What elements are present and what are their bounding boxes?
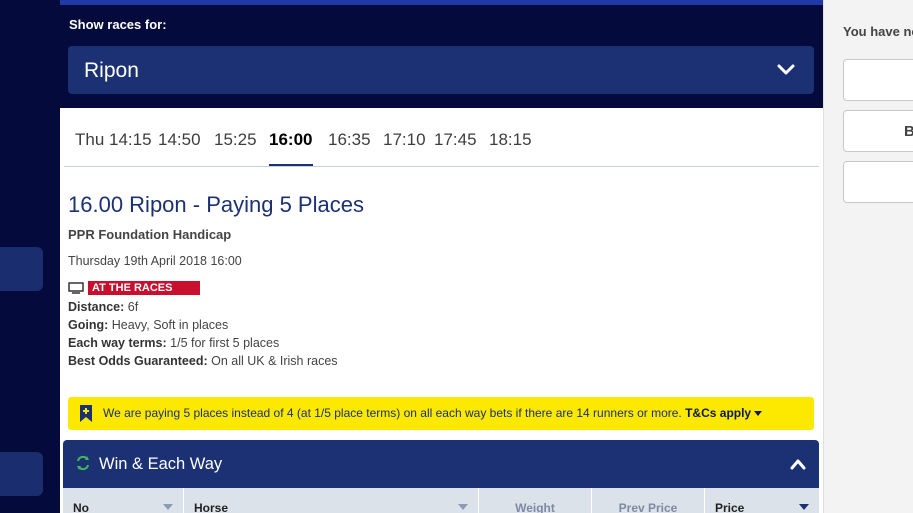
- left-nav-tab[interactable]: [0, 452, 43, 496]
- race-date: Thursday 19th April 2018 16:00: [68, 254, 242, 268]
- best-odds-row: Best Odds Guaranteed: On all UK & Irish …: [68, 354, 338, 368]
- betslip-input[interactable]: [843, 161, 913, 203]
- divider: [64, 166, 819, 167]
- each-way-value: 1/5 for first 5 places: [170, 336, 280, 350]
- betslip-sidebar: You have no B: [823, 0, 913, 513]
- each-way-row: Each way terms: 1/5 for first 5 places: [68, 336, 280, 350]
- betslip-input[interactable]: [843, 59, 913, 101]
- distance-value: 6f: [127, 300, 139, 314]
- race-time-tab[interactable]: Thu 14:15: [75, 130, 152, 150]
- race-time-tab[interactable]: 15:25: [214, 130, 257, 150]
- race-time-tab-active[interactable]: 16:00: [269, 130, 312, 150]
- column-header-prev-price: Prev Price: [592, 488, 705, 513]
- left-nav-strip: [0, 0, 60, 513]
- race-time-tab[interactable]: 16:35: [328, 130, 371, 150]
- sort-icon: [163, 504, 173, 510]
- sort-icon: [458, 504, 468, 510]
- race-title: 16.00 Ripon - Paying 5 Places: [68, 192, 364, 217]
- show-races-label: Show races for:: [69, 17, 167, 32]
- betslip-message: You have no: [843, 24, 913, 39]
- bookmark-plus-icon: [80, 405, 92, 422]
- course-dropdown[interactable]: Ripon: [68, 46, 814, 94]
- course-name: Ripon: [84, 59, 139, 82]
- going-row: Going: Heavy, Soft in places: [68, 318, 229, 332]
- sort-icon: [799, 504, 809, 510]
- chevron-down-icon: [777, 64, 795, 75]
- chevron-up-icon: [790, 459, 806, 470]
- race-time-tab[interactable]: 17:45: [434, 130, 477, 150]
- column-header-price[interactable]: Price: [705, 488, 819, 513]
- betslip-button[interactable]: B: [843, 110, 913, 152]
- column-header-weight: Weight: [479, 488, 592, 513]
- race-selector-header: Show races for: Ripon: [60, 5, 823, 108]
- going-value: Heavy, Soft in places: [111, 318, 229, 332]
- promo-text: We are paying 5 places instead of 4 (at …: [103, 406, 763, 420]
- column-header-horse[interactable]: Horse: [184, 488, 479, 513]
- promo-banner: We are paying 5 places instead of 4 (at …: [68, 397, 814, 430]
- at-the-races-logo[interactable]: AT THE RACES: [88, 281, 200, 295]
- best-odds-value: On all UK & Irish races: [211, 354, 338, 368]
- runners-table-header: No Horse Weight Prev Price Price: [63, 488, 819, 513]
- race-times-nav: Thu 14:15 14:50 15:25 16:00 16:35 17:10 …: [60, 108, 823, 168]
- terms-link[interactable]: T&Cs apply: [685, 406, 763, 420]
- distance-row: Distance: 6f: [68, 300, 139, 314]
- left-nav-tab[interactable]: [0, 247, 43, 291]
- market-title: Win & Each Way: [99, 455, 223, 473]
- market-header-win-each-way[interactable]: Win & Each Way: [63, 440, 819, 488]
- race-time-tab[interactable]: 18:15: [489, 130, 532, 150]
- caret-down-icon: [754, 411, 763, 417]
- tv-icon: [68, 282, 84, 294]
- refresh-icon: [77, 455, 89, 471]
- race-time-tab[interactable]: 17:10: [383, 130, 426, 150]
- race-time-tab[interactable]: 14:50: [158, 130, 201, 150]
- race-name: PPR Foundation Handicap: [68, 227, 232, 242]
- column-header-no[interactable]: No: [63, 488, 184, 513]
